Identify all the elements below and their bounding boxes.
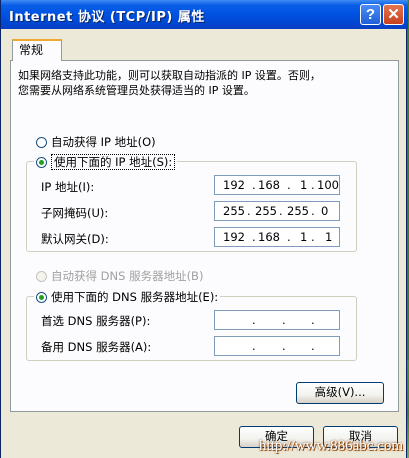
radio-manual-dns[interactable]: 使用下面的 DNS 服务器地址(E): [34,289,221,305]
advanced-button[interactable]: 高级(V)... [296,382,384,404]
radio-manual-ip-circle[interactable] [36,157,47,168]
radio-manual-dns-label: 使用下面的 DNS 服务器地址(E): [51,290,219,304]
radio-auto-ip-circle[interactable] [36,137,47,148]
radio-manual-ip[interactable]: 使用下面的 IP 地址(S): [34,154,178,170]
radio-auto-dns: 自动获得 DNS 服务器地址(B) [36,268,203,284]
radio-auto-dns-label: 自动获得 DNS 服务器地址(B) [51,269,204,283]
tcpip-properties-dialog: Internet 协议 (TCP/IP) 属性 ? ✕ 常规 如果网络支持此功能… [0,0,408,458]
tab-general[interactable]: 常规 [12,39,62,61]
site-watermark: http://www.886abc.com [258,438,403,454]
radio-auto-ip[interactable]: 自动获得 IP 地址(O) [36,134,156,150]
subnet-mask-input[interactable]: 255 . 255 . 255 . 0 [214,201,340,221]
default-gateway-label: 默认网关(D): [41,232,109,246]
close-button[interactable]: ✕ [383,4,404,25]
help-button[interactable]: ? [360,4,381,25]
description-text: 如果网络支持此功能，则可以获取自动指派的 IP 设置。否则， 您需要从网络系统管… [18,69,321,97]
alternate-dns-label: 备用 DNS 服务器(A): [41,340,152,354]
radio-auto-ip-label: 自动获得 IP 地址(O) [51,135,156,149]
ip-address-label: IP 地址(I): [41,180,95,194]
radio-auto-dns-circle [36,271,47,282]
alternate-dns-input[interactable]: . . . [214,336,340,356]
radio-manual-dns-circle[interactable] [36,292,47,303]
window-title: Internet 协议 (TCP/IP) 属性 [9,10,205,25]
preferred-dns-input[interactable]: . . . [214,310,340,330]
default-gateway-input[interactable]: 192 . 168 . 1 . 1 [214,227,340,247]
subnet-mask-label: 子网掩码(U): [41,206,109,220]
ip-address-input[interactable]: 192 . 168 . 1 . 100 [214,175,340,195]
title-bar[interactable]: Internet 协议 (TCP/IP) 属性 ? ✕ [1,0,408,29]
radio-manual-ip-label: 使用下面的 IP 地址(S): [51,154,176,170]
preferred-dns-label: 首选 DNS 服务器(P): [41,314,151,328]
